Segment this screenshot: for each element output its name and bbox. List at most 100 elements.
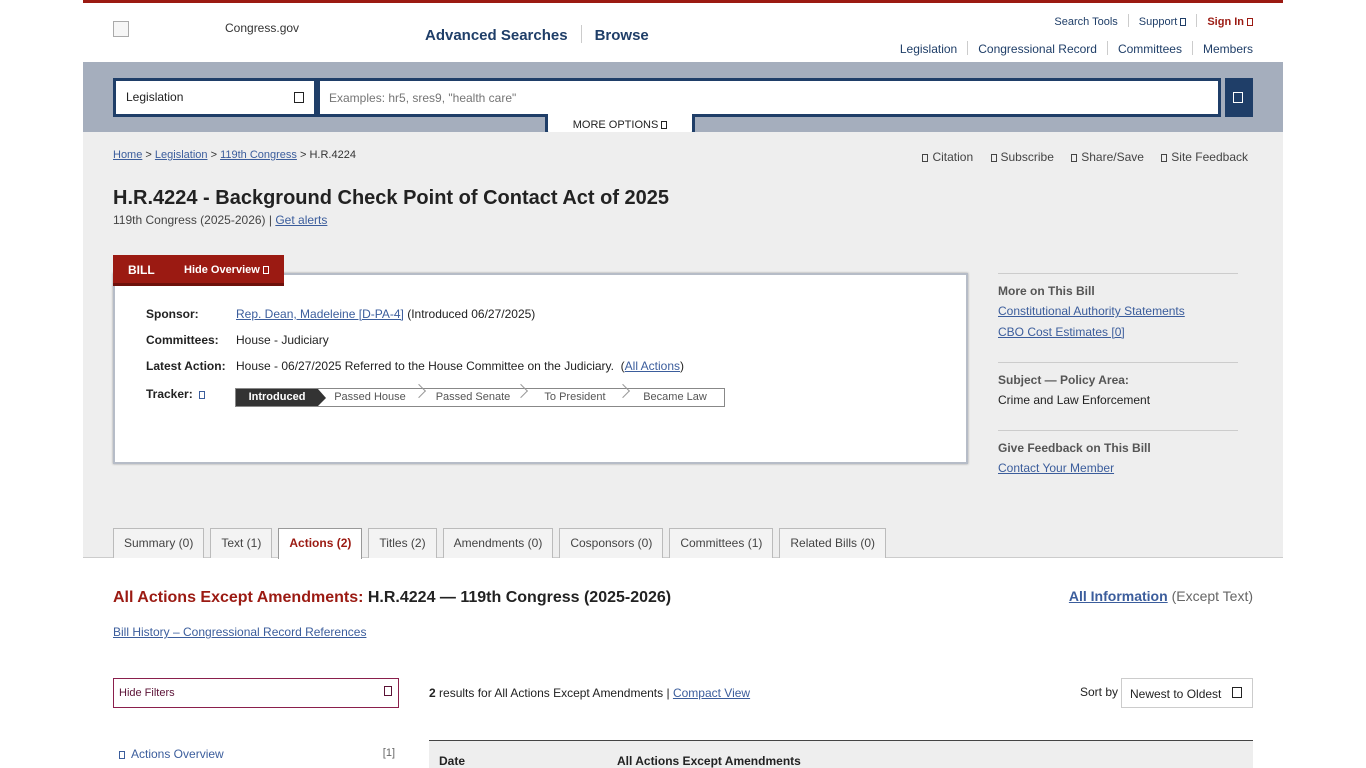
comment-icon [1161,154,1168,162]
support-link[interactable]: Support [1139,16,1187,28]
sort-select[interactable]: Newest to Oldest [1121,678,1253,708]
nav-committees[interactable]: Committees [1118,42,1182,56]
subscribe-button[interactable]: Subscribe [990,150,1054,164]
give-feedback: Give Feedback on This Bill Contact Your … [998,430,1238,475]
chevron-down-icon [1247,18,1253,27]
tab-related-bills[interactable]: Related Bills (0) [779,528,887,558]
latest-action-label: Latest Action: [146,359,226,373]
tab-cosponsors[interactable]: Cosponsors (0) [559,528,664,558]
util-divider [1196,14,1198,27]
get-alerts-link[interactable]: Get alerts [275,213,327,227]
breadcrumb-current: H.R.4224 [309,149,356,161]
hide-filters-button[interactable]: Hide Filters [113,678,399,708]
tracker-step-passed-senate: Passed Senate [422,389,524,406]
filter-actions-overview[interactable]: Actions Overview [1] [119,747,395,761]
tracker-step-label: To President [544,391,606,403]
subscribe-label: Subscribe [1000,150,1054,164]
congress-session: 119th Congress (2025-2026) [113,213,266,227]
bill-overview-tab: BILL Hide Overview [113,255,284,286]
tab-amendments[interactable]: Amendments (0) [442,528,554,558]
breadcrumb-legislation[interactable]: Legislation [155,149,208,161]
sort-select-value: Newest to Oldest [1130,687,1222,701]
chevron-up-icon [262,266,269,275]
search-input[interactable] [317,78,1221,117]
column-date[interactable]: Date [439,754,465,768]
cbo-cost-estimates-link[interactable]: CBO Cost Estimates [0] [998,325,1238,339]
chevron-up-icon [384,686,392,696]
actions-table-header: Date All Actions Except Amendments [429,740,1253,768]
tab-titles[interactable]: Titles (2) [368,528,437,558]
bill-history-link[interactable]: Bill History – Congressional Record Refe… [113,625,366,639]
collection-select[interactable]: Legislation [113,78,317,117]
page-actions: Citation Subscribe Share/Save Site Feedb… [908,150,1248,164]
results-count: 2 [429,686,436,700]
utility-nav: Search Tools Support Sign In [1054,14,1253,28]
nav-browse[interactable]: Browse [595,27,649,44]
nav-legislation[interactable]: Legislation [900,42,957,56]
breadcrumb-home[interactable]: Home [113,149,142,161]
citation-button[interactable]: Citation [922,150,973,164]
subject-value: Crime and Law Enforcement [998,393,1151,407]
bill-tracker: Introduced Passed House Passed Senate To… [235,388,725,407]
column-actions: All Actions Except Amendments [617,754,801,768]
search-bar-area: Legislation MORE OPTIONS [83,62,1283,139]
sponsor-value: Rep. Dean, Madeleine [D-PA-4] (Introduce… [236,307,535,321]
search-button[interactable] [1225,78,1253,117]
sponsor-link[interactable]: Rep. Dean, Madeleine [D-PA-4] [236,307,404,321]
tracker-step-passed-house: Passed House [318,389,422,406]
tab-summary[interactable]: Summary (0) [113,528,205,558]
citation-label: Citation [932,150,974,164]
checkbox-icon[interactable] [119,751,125,759]
tab-committees[interactable]: Committees (1) [669,528,774,558]
search-tools-link[interactable]: Search Tools [1054,16,1117,28]
support-label: Support [1138,16,1178,28]
contact-your-member-link[interactable]: Contact Your Member [998,461,1238,475]
more-options-label: MORE OPTIONS [572,119,659,131]
site-logo[interactable]: Congress.gov [113,21,303,41]
tracker-step-became-law: Became Law [643,391,707,403]
bill-overview-section: Home > Legislation > 119th Congress > H.… [83,132,1283,559]
results-summary: 2 results for All Actions Except Amendme… [429,686,750,700]
page-title: H.R.4224 - Background Check Point of Con… [113,187,670,209]
subject-policy-area: Subject — Policy Area: Crime and Law Enf… [998,362,1238,430]
breadcrumb-congress[interactable]: 119th Congress [220,149,297,161]
feedback-heading: Give Feedback on This Bill [998,441,1151,455]
site-feedback-label: Site Feedback [1171,150,1248,164]
site-feedback-button[interactable]: Site Feedback [1161,150,1248,164]
actions-heading-bill: H.R.4224 — 119th Congress (2025-2026) [367,589,672,606]
chevron-down-icon [1180,18,1187,27]
nav-divider [967,41,969,55]
broken-image-icon [113,21,129,37]
sign-in-link[interactable]: Sign In [1207,16,1253,28]
info-icon[interactable] [199,390,206,399]
all-actions-link[interactable]: All Actions [625,359,680,373]
tab-actions[interactable]: Actions (2) [278,528,363,559]
share-icon [1071,154,1078,162]
subject-heading: Subject — Policy Area: [998,373,1129,387]
breadcrumb-separator: > [145,149,152,161]
share-save-button[interactable]: Share/Save [1071,150,1144,164]
latest-action-value: House - 06/27/2025 Referred to the House… [236,359,685,373]
all-information: All Information (Except Text) [1069,588,1253,604]
all-information-link[interactable]: All Information [1069,588,1168,604]
bill-tabs: Summary (0) Text (1) Actions (2) Titles … [113,528,892,559]
tab-text[interactable]: Text (1) [210,528,273,558]
except-text-note: (Except Text) [1171,588,1253,604]
main-nav: Advanced Searches Browse [425,25,649,44]
constitutional-authority-link[interactable]: Constitutional Authority Statements [998,304,1238,318]
hide-overview-button[interactable]: Hide Overview [184,264,269,276]
filter-count: [1] [382,747,395,759]
tracker-step-to-president: To President [524,389,626,406]
tracker-step-label: Passed House [334,391,406,403]
logo-alt-text: Congress.gov [225,21,300,35]
nav-divider [1191,41,1193,55]
nav-advanced-searches[interactable]: Advanced Searches [425,27,568,44]
nav-members[interactable]: Members [1203,42,1253,56]
search-icon [1233,92,1243,103]
breadcrumb-separator: > [299,149,307,161]
results-text: results for All Actions Except Amendment… [439,686,670,700]
nav-congressional-record[interactable]: Congressional Record [978,42,1097,56]
site-header: Congress.gov Advanced Searches Browse Sea… [83,0,1283,62]
compact-view-link[interactable]: Compact View [673,686,750,700]
tracker-step-introduced: Introduced [236,389,326,406]
